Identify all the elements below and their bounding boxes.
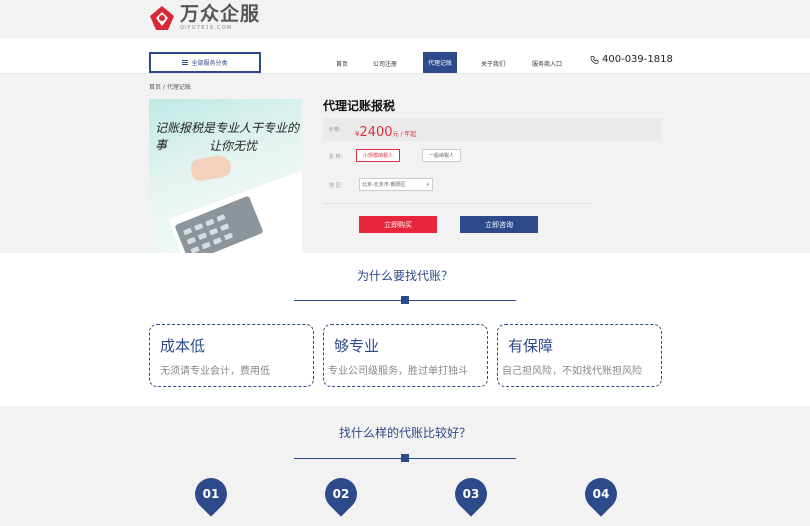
phone-number: 400-039-1818 <box>602 54 673 65</box>
step-number: 01 <box>202 487 220 501</box>
product-title: 代理记账报税 <box>323 99 396 113</box>
region-label: 地 区： <box>329 183 346 189</box>
consult-now-button[interactable]: 立即咨询 <box>460 216 538 233</box>
price-unit: 元 / 年起 <box>392 131 417 138</box>
step-number: 02 <box>332 487 350 501</box>
reason-title: 成本低 <box>160 337 206 355</box>
phone-icon <box>590 55 599 64</box>
image-slogan-line2: 让你无忧 <box>209 139 258 153</box>
reason-desc: 无须请专业会计，费用低 <box>160 366 270 377</box>
name-label: 名 称： <box>329 154 346 160</box>
brand-name: 万众企服 <box>180 3 261 25</box>
why-section: 为什么要找代账？ 成本低 无须请专业会计，费用低 够专业 专业公司级服务，胜过单… <box>0 253 810 406</box>
price: ¥2400元 / 年起 <box>355 121 416 140</box>
nav-company-registration[interactable]: 公司注册 <box>373 59 397 68</box>
nav-about[interactable]: 关于我们 <box>481 59 505 68</box>
all-services-button[interactable]: 全部服务分类 <box>149 52 261 73</box>
option-small-taxpayer[interactable]: 小规模纳税人 <box>356 149 401 162</box>
reason-card: 有保障 自己担风险，不如找代账担风险 <box>497 324 662 387</box>
reason-desc: 自己担风险，不如找代账担风险 <box>502 366 642 377</box>
reason-card: 够专业 专业公司级服务，胜过单打独斗 <box>323 324 488 387</box>
reason-desc: 专业公司级服务，胜过单打独斗 <box>328 366 468 377</box>
why-title: 为什么要找代账？ <box>356 269 453 283</box>
brand-subtitle: QIFU7818.COM <box>180 25 233 31</box>
breadcrumb: 首页 / 代理记账 <box>149 84 191 91</box>
price-value: 2400 <box>359 125 393 140</box>
nav-bookkeeping[interactable]: 代理记账 <box>423 52 458 73</box>
step-number: 03 <box>462 487 480 501</box>
logo-icon <box>150 6 174 30</box>
reason-title: 有保障 <box>508 337 554 355</box>
nav-provider-entry[interactable]: 服务商入口 <box>532 59 562 68</box>
step-number: 04 <box>592 487 610 501</box>
main-nav: 全部服务分类 首页 公司注册 代理记账 关于我们 服务商入口 400-039-1… <box>0 38 810 74</box>
logo[interactable]: 万众企服 QIFU7818.COM <box>148 4 260 32</box>
nav-home[interactable]: 首页 <box>336 59 348 68</box>
which-title: 找什么样的代账比较好？ <box>338 426 471 440</box>
divider <box>323 203 593 204</box>
menu-icon <box>182 60 189 65</box>
reason-title: 够专业 <box>334 337 380 355</box>
option-general-taxpayer[interactable]: 一般纳税人 <box>422 149 462 162</box>
section-divider <box>294 454 516 462</box>
region-select[interactable]: 北京-北京市-朝阳区 ▾ <box>359 178 433 191</box>
hotline: 400-039-1818 <box>590 54 673 65</box>
chevron-down-icon: ▾ <box>426 182 429 188</box>
which-section: 找什么样的代账比较好？ 01 02 03 04 <box>0 406 810 517</box>
product-image: 记账报税是专业人干专业的事 让你无忧 <box>149 99 302 253</box>
all-services-label: 全部服务分类 <box>191 60 228 67</box>
price-label: 价格： <box>329 127 345 133</box>
price-box: 价格： ¥2400元 / 年起 <box>323 118 662 141</box>
section-divider <box>294 296 516 304</box>
region-value: 北京-北京市-朝阳区 <box>362 182 406 188</box>
buy-now-button[interactable]: 立即购买 <box>359 216 437 233</box>
reason-card: 成本低 无须请专业会计，费用低 <box>149 324 314 387</box>
top-bar: 万众企服 QIFU7818.COM <box>0 0 810 38</box>
hand-graphic <box>189 153 233 183</box>
